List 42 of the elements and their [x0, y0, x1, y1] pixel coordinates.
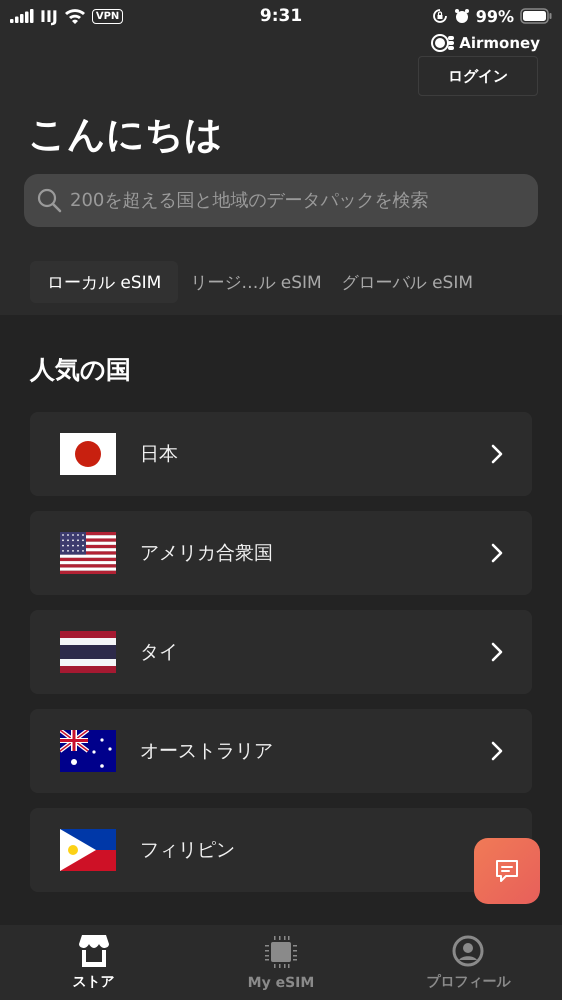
chip-icon [264, 934, 298, 968]
flag-icon [60, 730, 116, 772]
login-button[interactable]: ログイン [418, 56, 538, 96]
nav-tab[interactable]: My eSIM [187, 925, 375, 1000]
country-name: タイ [140, 640, 179, 665]
battery-percent: 99% [476, 6, 514, 26]
country-card[interactable]: アメリカ合衆国 [30, 511, 532, 595]
flag-icon [60, 532, 116, 574]
search-field[interactable]: 200を超える国と地域のデータパックを検索 [24, 174, 538, 227]
flag-icon [60, 433, 116, 475]
country-name: オーストラリア [140, 739, 274, 764]
tab[interactable]: ローカル eSIM [30, 261, 178, 303]
signal-icon [10, 9, 34, 23]
clock-time: 9:31 [260, 6, 302, 26]
country-card[interactable]: オーストラリア [30, 709, 532, 793]
profile-icon [452, 934, 484, 966]
nav-tab[interactable]: プロフィール [374, 925, 562, 1000]
vpn-indicator: VPN [92, 8, 124, 24]
rotation-lock-icon [432, 8, 448, 24]
country-card[interactable]: 日本 [30, 412, 532, 496]
search-icon [36, 187, 62, 213]
nav-tab[interactable]: ストア [0, 925, 188, 1000]
country-card[interactable]: タイ [30, 610, 532, 694]
country-name: フィリピン [140, 838, 236, 863]
country-name: アメリカ合衆国 [140, 541, 274, 566]
brand-name: Airmoney [459, 34, 540, 52]
chat-icon [494, 858, 520, 884]
coin-icon [431, 34, 456, 52]
tab[interactable]: グローバル eSIM [334, 261, 482, 303]
store-icon [78, 934, 109, 966]
flag-icon [60, 829, 116, 871]
battery-icon [520, 8, 552, 24]
wifi-icon [64, 8, 86, 24]
section-title: 人気の国 [30, 354, 132, 386]
country-card[interactable]: フィリピン [30, 808, 532, 892]
country-name: 日本 [140, 442, 179, 467]
tab[interactable]: リージ…ル eSIM [182, 261, 330, 303]
carrier-name: IIJ [40, 6, 58, 26]
chat-button[interactable] [474, 838, 540, 904]
alarm-icon [454, 8, 470, 24]
greeting-title: こんにちは [28, 111, 224, 158]
flag-icon [60, 631, 116, 673]
